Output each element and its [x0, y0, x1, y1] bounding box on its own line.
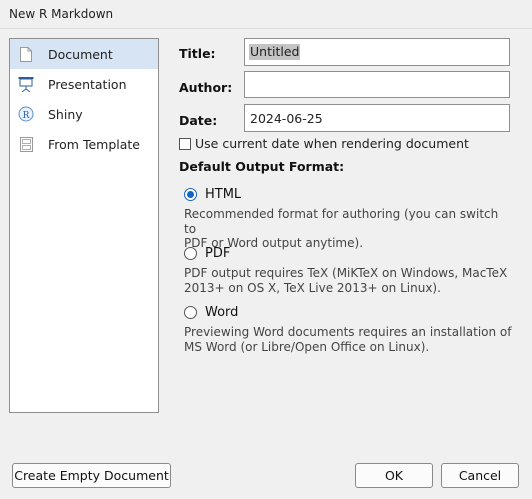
html-description-line: Recommended format for authoring (you ca… [184, 207, 499, 236]
title-field[interactable]: Untitled [244, 38, 510, 66]
create-empty-document-button[interactable]: Create Empty Document [12, 463, 171, 488]
output-option-word[interactable]: Word [184, 305, 238, 320]
sidebar-item-label: Presentation [48, 76, 127, 92]
date-label: Date: [179, 113, 218, 128]
date-field[interactable] [244, 104, 510, 132]
author-field[interactable] [244, 71, 510, 98]
output-option-html[interactable]: HTML [184, 187, 241, 202]
html-description: Recommended format for authoring (you ca… [184, 207, 514, 251]
svg-text:R: R [23, 111, 30, 121]
pdf-radio-label: PDF [205, 246, 231, 261]
sidebar-item-label: From Template [48, 136, 140, 152]
title-field-value: Untitled [249, 44, 301, 60]
pdf-description-line: 2013+ on OS X, TeX Live 2013+ on Linux). [184, 280, 441, 295]
use-current-date-option[interactable]: Use current date when rendering document [179, 136, 469, 151]
html-radio[interactable] [184, 188, 197, 201]
word-radio-label: Word [205, 305, 239, 320]
pdf-description: PDF output requires TeX (MiKTeX on Windo… [184, 266, 514, 295]
output-option-pdf[interactable]: PDF [184, 246, 230, 261]
ok-button[interactable]: OK [355, 463, 433, 488]
word-description-line: Previewing Word documents requires an in… [184, 325, 512, 339]
use-current-date-checkbox[interactable] [179, 137, 191, 150]
dialog-title: New R Markdown [9, 7, 114, 21]
sidebar-item-document[interactable]: Document [10, 39, 158, 69]
pdf-description-line: PDF output requires TeX (MiKTeX on Windo… [184, 266, 508, 280]
html-description-line: PDF or Word output anytime). [184, 236, 364, 250]
sidebar-item-label: Shiny [48, 106, 83, 122]
sidebar-item-presentation[interactable]: Presentation [10, 69, 158, 99]
output-format-heading: Default Output Format: [179, 159, 345, 174]
title-label: Title: [179, 46, 216, 61]
dialog-titlebar: New R Markdown [0, 0, 532, 29]
cancel-button[interactable]: Cancel [441, 463, 519, 488]
html-radio-label: HTML [205, 187, 242, 202]
shiny-icon: R [18, 106, 34, 122]
word-description-line: MS Word (or Libre/Open Office on Linux). [184, 339, 430, 354]
word-description: Previewing Word documents requires an in… [184, 325, 514, 354]
format-type-list: Document Presentation R Shiny From Templ… [9, 38, 159, 413]
pdf-radio[interactable] [184, 247, 197, 260]
sidebar-item-shiny[interactable]: R Shiny [10, 99, 158, 129]
word-radio[interactable] [184, 306, 197, 319]
template-icon [18, 136, 34, 152]
presentation-icon [18, 76, 34, 92]
author-label: Author: [179, 80, 233, 95]
sidebar-item-label: Document [48, 46, 113, 62]
document-icon [18, 46, 34, 62]
use-current-date-label: Use current date when rendering document [195, 136, 469, 151]
sidebar-item-from-template[interactable]: From Template [10, 129, 158, 159]
